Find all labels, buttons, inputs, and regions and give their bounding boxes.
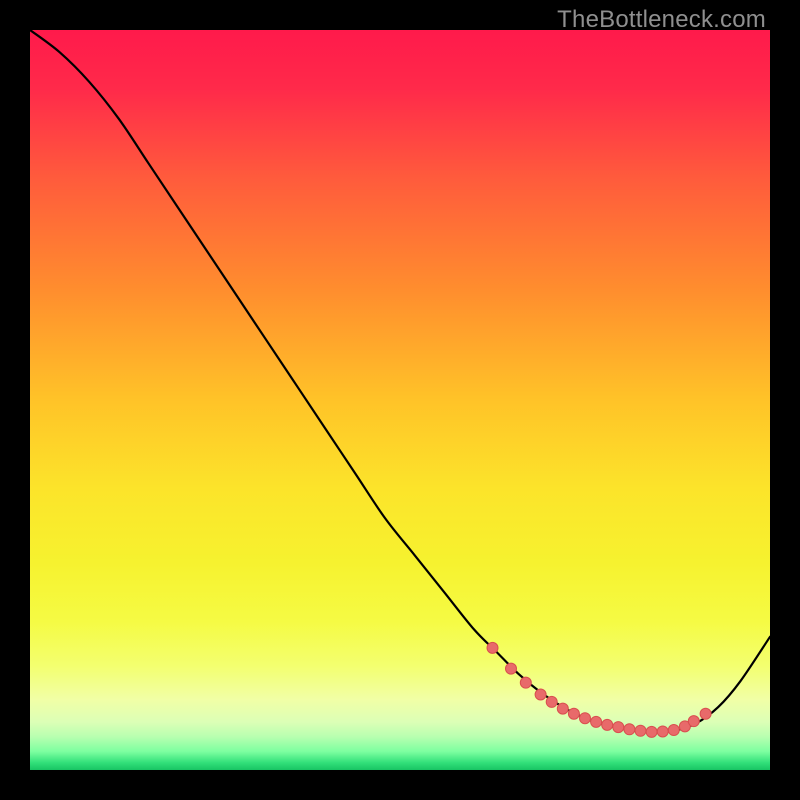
curve-layer xyxy=(30,30,770,770)
marker-dot xyxy=(591,716,602,727)
marker-group xyxy=(487,642,711,737)
marker-dot xyxy=(700,708,711,719)
marker-dot xyxy=(657,726,668,737)
marker-dot xyxy=(668,725,679,736)
marker-dot xyxy=(520,677,531,688)
marker-dot xyxy=(535,689,546,700)
marker-dot xyxy=(688,716,699,727)
marker-dot xyxy=(580,713,591,724)
main-curve xyxy=(30,30,770,732)
marker-dot xyxy=(557,703,568,714)
marker-dot xyxy=(624,724,635,735)
marker-dot xyxy=(646,726,657,737)
marker-dot xyxy=(506,663,517,674)
chart-stage: TheBottleneck.com xyxy=(0,0,800,800)
marker-dot xyxy=(546,696,557,707)
marker-dot xyxy=(635,725,646,736)
marker-dot xyxy=(568,708,579,719)
marker-dot xyxy=(487,642,498,653)
marker-dot xyxy=(602,719,613,730)
plot-area xyxy=(30,30,770,770)
marker-dot xyxy=(613,722,624,733)
